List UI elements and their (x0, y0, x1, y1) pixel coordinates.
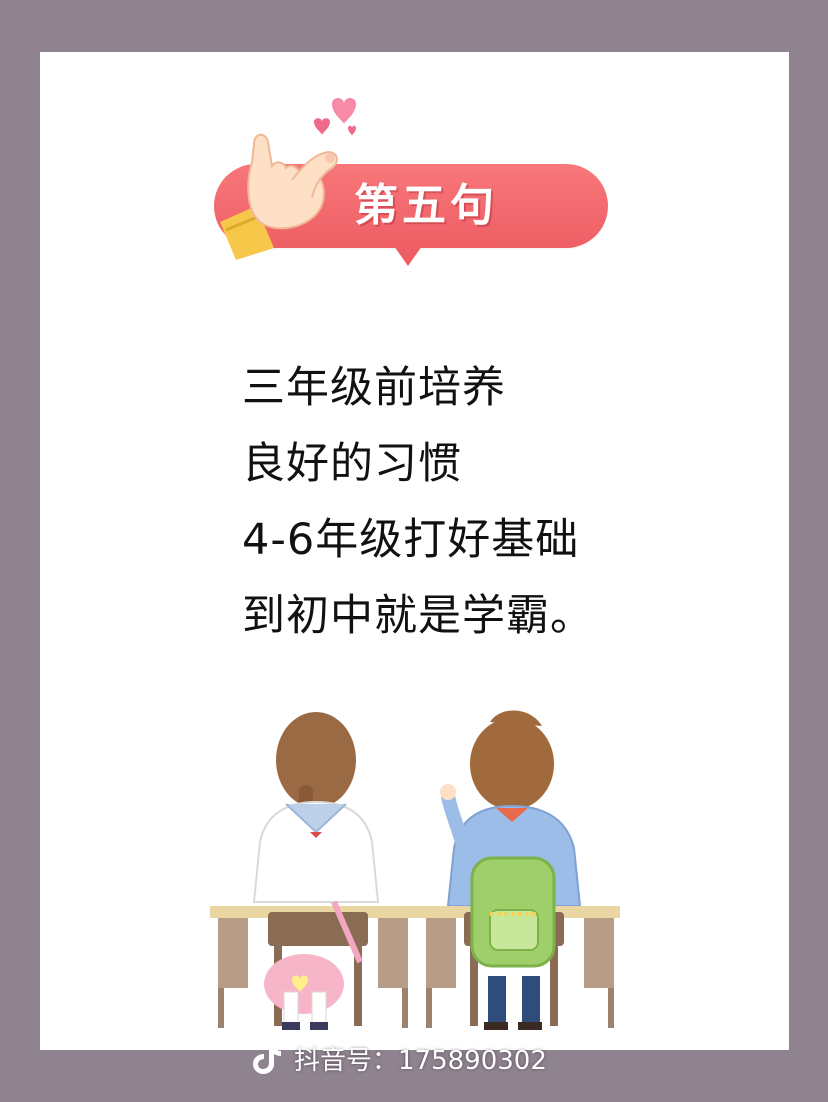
content-card: 第五句 三年级前培养 良好的习惯 4-6年级打好基础 到初中就是学霸。 (40, 52, 789, 1050)
tiktok-icon (253, 1043, 281, 1074)
watermark-text: 抖音号：175890302 (294, 1045, 547, 1076)
text-line-1: 三年级前培养 (242, 363, 506, 413)
watermark: 抖音号：175890302 (252, 1036, 547, 1080)
students-illustration (210, 710, 620, 1030)
main-text: 三年级前培养 良好的习惯 4-6年级打好基础 到初中就是学霸。 (242, 350, 762, 654)
text-line-3: 4-6年级打好基础 (242, 515, 580, 565)
banner-tail (394, 246, 422, 266)
page-title: 第五句 (354, 180, 498, 231)
text-line-4: 到初中就是学霸。 (242, 591, 594, 641)
text-line-2: 良好的习惯 (242, 439, 462, 489)
